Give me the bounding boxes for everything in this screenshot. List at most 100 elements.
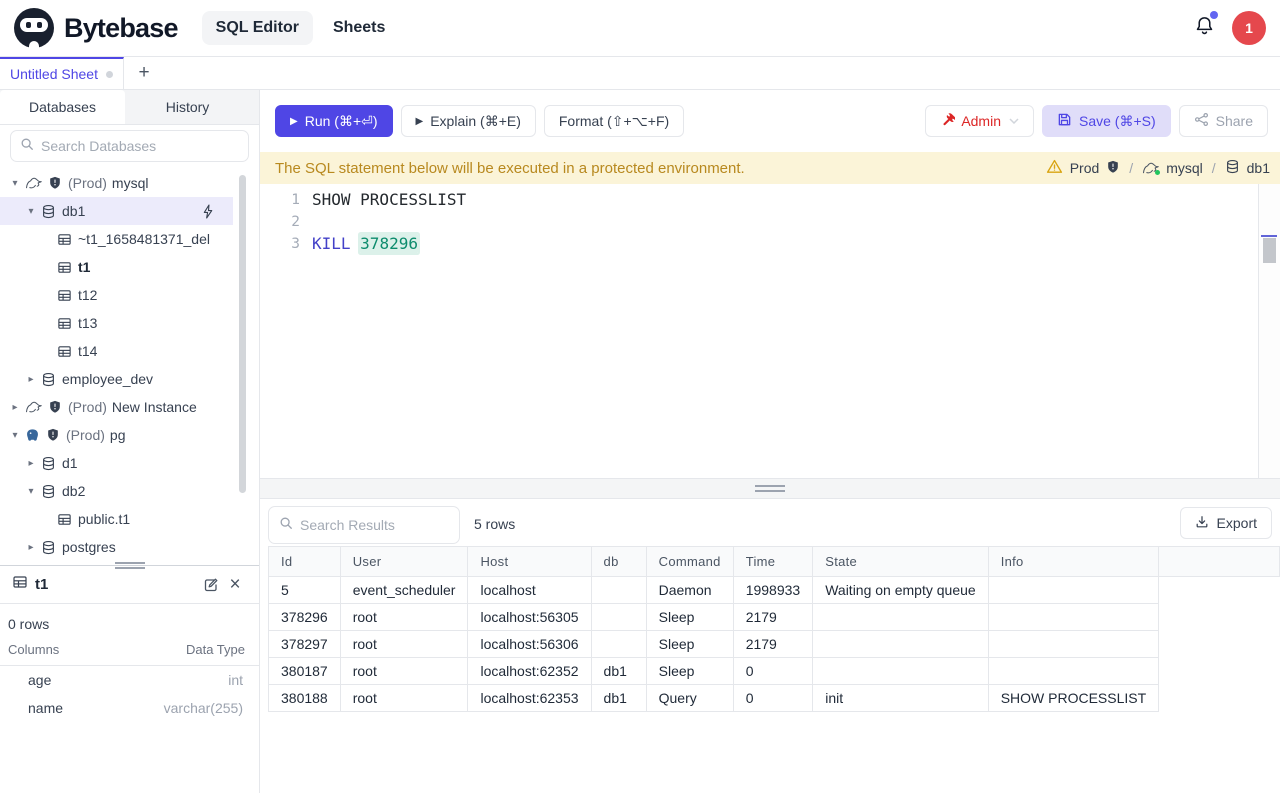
results-resize-handle[interactable] [755,485,785,492]
table-cell [988,658,1158,685]
table-cell: localhost:62353 [468,685,591,712]
tab-databases[interactable]: Databases [0,90,125,124]
tree-item-label: public.t1 [78,511,130,527]
table-row[interactable]: 380188rootlocalhost:62353db1Query0initSH… [269,685,1280,712]
column-header-user[interactable]: User [340,547,468,577]
admin-mode-button[interactable]: Admin [925,105,1034,137]
notification-bell-icon[interactable] [1193,14,1216,42]
export-button[interactable]: Export [1180,507,1272,539]
tree-item-postgres[interactable]: ▸postgres [0,533,233,561]
panel-resize-handle[interactable] [115,562,145,569]
table-cell-filler [1159,658,1280,685]
table-cell [813,631,988,658]
tree-item-d1[interactable]: ▸d1 [0,449,233,477]
tree-item-t1[interactable]: t1 [0,253,233,281]
database-icon [41,540,56,555]
connection-breadcrumb: Prod / mysql / db1 [1046,158,1270,178]
table-cell [988,577,1158,604]
user-avatar[interactable]: 1 [1232,11,1266,45]
breadcrumb-environment[interactable]: Prod [1070,160,1100,176]
tree-item-t12[interactable]: t12 [0,281,233,309]
breadcrumb-instance[interactable]: mysql [1166,160,1203,176]
caret-right-icon[interactable]: ▸ [24,458,38,469]
table-row[interactable]: 380187rootlocalhost:62352db1Sleep0 [269,658,1280,685]
tree-item--t1-1658481371-del[interactable]: ~t1_1658481371_del [0,225,233,253]
table-icon [12,574,28,595]
caret-right-icon[interactable]: ▸ [24,542,38,553]
table-cell-filler [1159,577,1280,604]
column-header-state[interactable]: State [813,547,988,577]
sql-editor[interactable]: 1SHOW PROCESSLIST23KILL 378296 [260,184,1280,478]
caret-down-icon[interactable]: ▾ [24,206,38,217]
database-search-input[interactable] [41,138,239,154]
close-icon[interactable]: × [223,573,247,597]
tree-item-employee-dev[interactable]: ▸employee_dev [0,365,233,393]
results-table: IdUserHostdbCommandTimeStateInfo 5event_… [268,546,1280,712]
tree-item-label: ~t1_1658481371_del [78,231,210,247]
edit-table-icon[interactable] [199,573,223,597]
breadcrumb-database[interactable]: db1 [1247,160,1270,176]
mysql-engine-icon [25,401,42,414]
tree-item-db1[interactable]: ▾db1 [0,197,233,225]
column-header-command[interactable]: Command [646,547,733,577]
tree-scrollbar[interactable] [239,175,246,493]
table-cell: event_scheduler [340,577,468,604]
tree-item-db2[interactable]: ▾db2 [0,477,233,505]
save-button[interactable]: Save (⌘+S) [1042,105,1171,137]
caret-down-icon[interactable]: ▾ [8,430,22,441]
column-header-info[interactable]: Info [988,547,1158,577]
results-row-count: 5 rows [474,516,515,532]
table-cell [813,604,988,631]
column-header-db[interactable]: db [591,547,646,577]
code-area: 1SHOW PROCESSLIST23KILL 378296 [260,184,1280,255]
tree-item-new-instance[interactable]: ▸(Prod)New Instance [0,393,233,421]
caret-down-icon[interactable]: ▾ [24,486,38,497]
notification-dot [1210,11,1218,19]
column-row-name: namevarchar(255) [0,694,259,722]
tree-item-pg[interactable]: ▾(Prod)pg [0,421,233,449]
share-button[interactable]: Share [1179,105,1268,137]
database-icon [1225,159,1240,177]
tree-item-label: t1 [78,259,90,275]
table-cell: root [340,604,468,631]
caret-right-icon[interactable]: ▸ [8,402,22,413]
results-search-input[interactable] [300,517,449,533]
new-sheet-button[interactable]: + [124,57,164,89]
token-keyword: KILL [312,234,351,253]
top-nav: SQL Editor Sheets [202,11,400,45]
column-header-time[interactable]: Time [733,547,813,577]
table-row[interactable]: 378297rootlocalhost:56306Sleep2179 [269,631,1280,658]
caret-right-icon[interactable]: ▸ [24,374,38,385]
run-button[interactable]: ▶ Run (⌘+⏎) [275,105,393,137]
tab-untitled-sheet[interactable]: Untitled Sheet [0,57,124,89]
mysql-engine-icon [25,177,42,190]
table-cell: SHOW PROCESSLIST [988,685,1158,712]
table-cell: root [340,685,468,712]
tree-item-mysql[interactable]: ▾(Prod)mysql [0,169,233,197]
database-search [10,130,249,162]
lightning-icon[interactable] [202,204,215,219]
format-button[interactable]: Format (⇧+⌥+F) [544,105,684,137]
column-header-id[interactable]: Id [269,547,341,577]
nav-sheets[interactable]: Sheets [319,11,399,45]
explain-button[interactable]: ▶ Explain (⌘+E) [401,105,536,137]
table-cell: db1 [591,658,646,685]
tree-item-t13[interactable]: t13 [0,309,233,337]
main-area: ▶ Run (⌘+⏎) ▶ Explain (⌘+E) Format (⇧+⌥+… [260,90,1280,793]
line-number: 1 [260,189,300,211]
tree-item-t14[interactable]: t14 [0,337,233,365]
database-icon [41,204,56,219]
editor-scrollbar-thumb[interactable] [1263,238,1276,263]
save-icon [1057,112,1072,130]
tree-item-env: (Prod) [68,399,107,415]
table-row[interactable]: 378296rootlocalhost:56305Sleep2179 [269,604,1280,631]
tab-history[interactable]: History [125,90,250,124]
nav-sql-editor[interactable]: SQL Editor [202,11,313,45]
tree-item-public-t1[interactable]: public.t1 [0,505,233,533]
caret-down-icon[interactable]: ▾ [8,178,22,189]
table-row[interactable]: 5event_schedulerlocalhostDaemon1998933Wa… [269,577,1280,604]
column-header-host[interactable]: Host [468,547,591,577]
results-panel: 5 rows Export IdUserHostdbCommandTimeSta… [260,499,1280,793]
tree-item-label: t13 [78,315,97,331]
column-row-age: ageint [0,666,259,694]
